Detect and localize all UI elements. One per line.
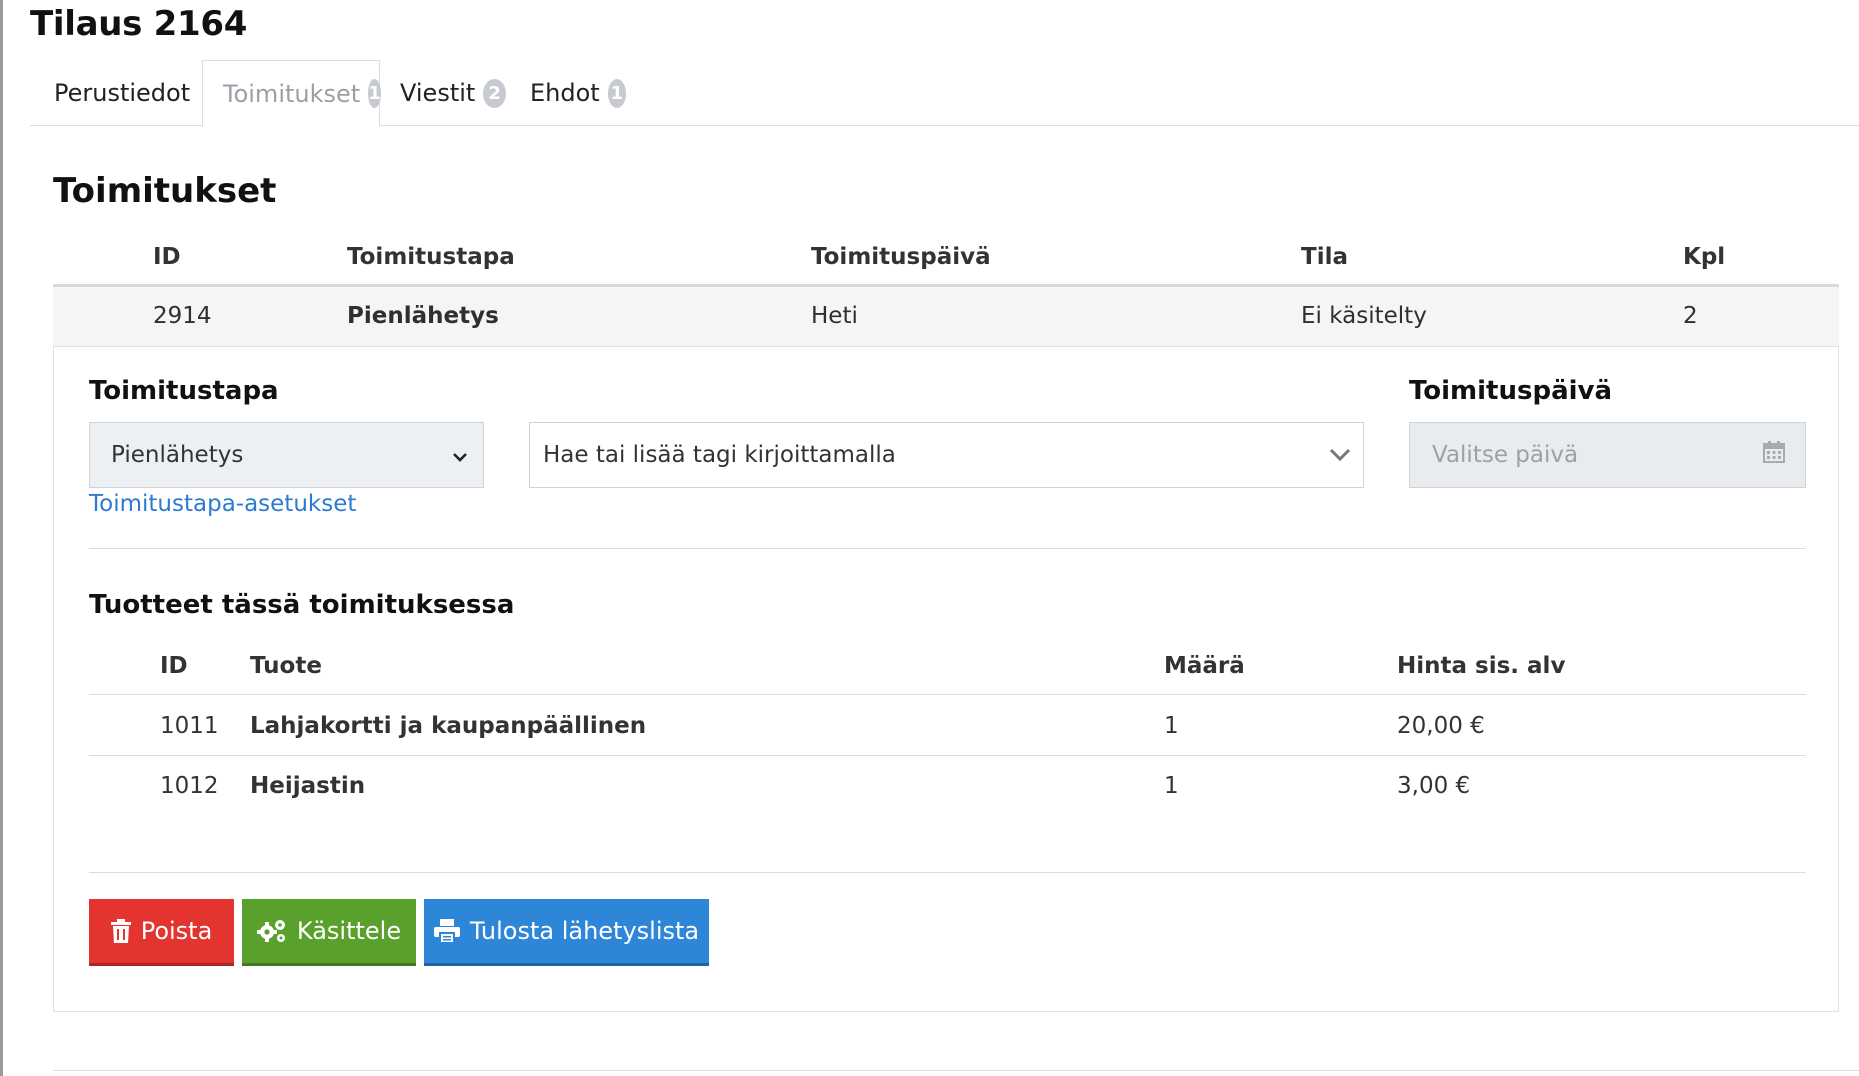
column-header-product: Tuote: [250, 653, 322, 679]
tab-viestit[interactable]: Viestit 2: [380, 60, 506, 126]
method-select[interactable]: Pienlähetys: [89, 422, 484, 488]
divider: [53, 1070, 1859, 1071]
column-header-method: Toimitustapa: [347, 244, 515, 270]
print-button[interactable]: Tulosta lähetyslista: [424, 899, 709, 966]
process-button-label: Käsittele: [296, 917, 402, 945]
print-button-label: Tulosta lähetyslista: [469, 917, 700, 945]
tab-label: Toimitukset: [223, 79, 361, 108]
tab-label: Perustiedot: [54, 79, 191, 107]
tab-label: Ehdot: [530, 79, 600, 107]
product-qty: 1: [1164, 713, 1179, 739]
column-header-product-id: ID: [160, 653, 188, 679]
print-icon: [433, 919, 460, 943]
calendar-icon: [1763, 441, 1785, 469]
divider: [89, 872, 1806, 873]
chevron-down-icon: [453, 442, 467, 468]
table-header-divider: [89, 694, 1806, 695]
product-price: 3,00 €: [1397, 773, 1471, 799]
column-header-date: Toimituspäivä: [811, 244, 991, 270]
delivery-method: Pienlähetys: [347, 303, 499, 329]
delete-button-label: Poista: [140, 917, 213, 945]
window-edge: [0, 0, 3, 1076]
table-row[interactable]: [53, 287, 1839, 347]
products-title: Tuotteet tässä toimituksessa: [89, 590, 515, 620]
product-name: Heijastin: [250, 773, 366, 799]
page-title: Tilaus 2164: [30, 4, 248, 44]
delivery-date-input[interactable]: Valitse päivä: [1409, 422, 1806, 488]
tag-placeholder: Hae tai lisää tagi kirjoittamalla: [543, 442, 896, 468]
method-settings-link[interactable]: Toimitustapa-asetukset: [89, 491, 356, 517]
gears-icon: [256, 918, 287, 944]
date-placeholder: Valitse päivä: [1432, 442, 1579, 468]
product-id: 1011: [160, 713, 219, 739]
chevron-down-icon: [1329, 442, 1351, 468]
row-divider: [89, 755, 1806, 756]
count-badge: 1: [607, 78, 626, 108]
product-id: 1012: [160, 773, 219, 799]
trash-icon: [110, 919, 131, 943]
section-title: Toimitukset: [53, 171, 277, 211]
tab-bar: Perustiedot Toimitukset 1 Viestit 2 Ehdo…: [30, 60, 1859, 127]
column-header-amount: Määrä: [1164, 653, 1245, 679]
column-header-qty: Kpl: [1683, 244, 1726, 270]
delivery-date: Heti: [811, 303, 858, 329]
column-header-price: Hinta sis. alv: [1397, 653, 1566, 679]
method-label: Toimitustapa: [89, 376, 279, 406]
product-qty: 1: [1164, 773, 1179, 799]
divider: [89, 548, 1806, 549]
method-select-value: Pienlähetys: [111, 442, 244, 468]
tag-search-input[interactable]: Hae tai lisää tagi kirjoittamalla: [529, 422, 1364, 488]
count-badge: 2: [483, 78, 506, 108]
tab-perustiedot[interactable]: Perustiedot: [30, 60, 190, 126]
tab-ehdot[interactable]: Ehdot 1: [506, 60, 626, 126]
delivery-qty: 2: [1683, 303, 1698, 329]
delivery-status: Ei käsitelty: [1301, 303, 1427, 329]
column-header-id: ID: [153, 244, 181, 270]
delivery-id: 2914: [153, 303, 212, 329]
delete-button[interactable]: Poista: [89, 899, 234, 966]
column-header-status: Tila: [1301, 244, 1348, 270]
tab-toimitukset[interactable]: Toimitukset 1: [202, 60, 381, 127]
date-label: Toimituspäivä: [1409, 376, 1613, 406]
tab-label: Viestit: [400, 79, 476, 107]
product-price: 20,00 €: [1397, 713, 1485, 739]
product-name: Lahjakortti ja kaupanpäällinen: [250, 713, 647, 739]
count-badge: 1: [368, 79, 381, 108]
process-button[interactable]: Käsittele: [242, 899, 416, 966]
